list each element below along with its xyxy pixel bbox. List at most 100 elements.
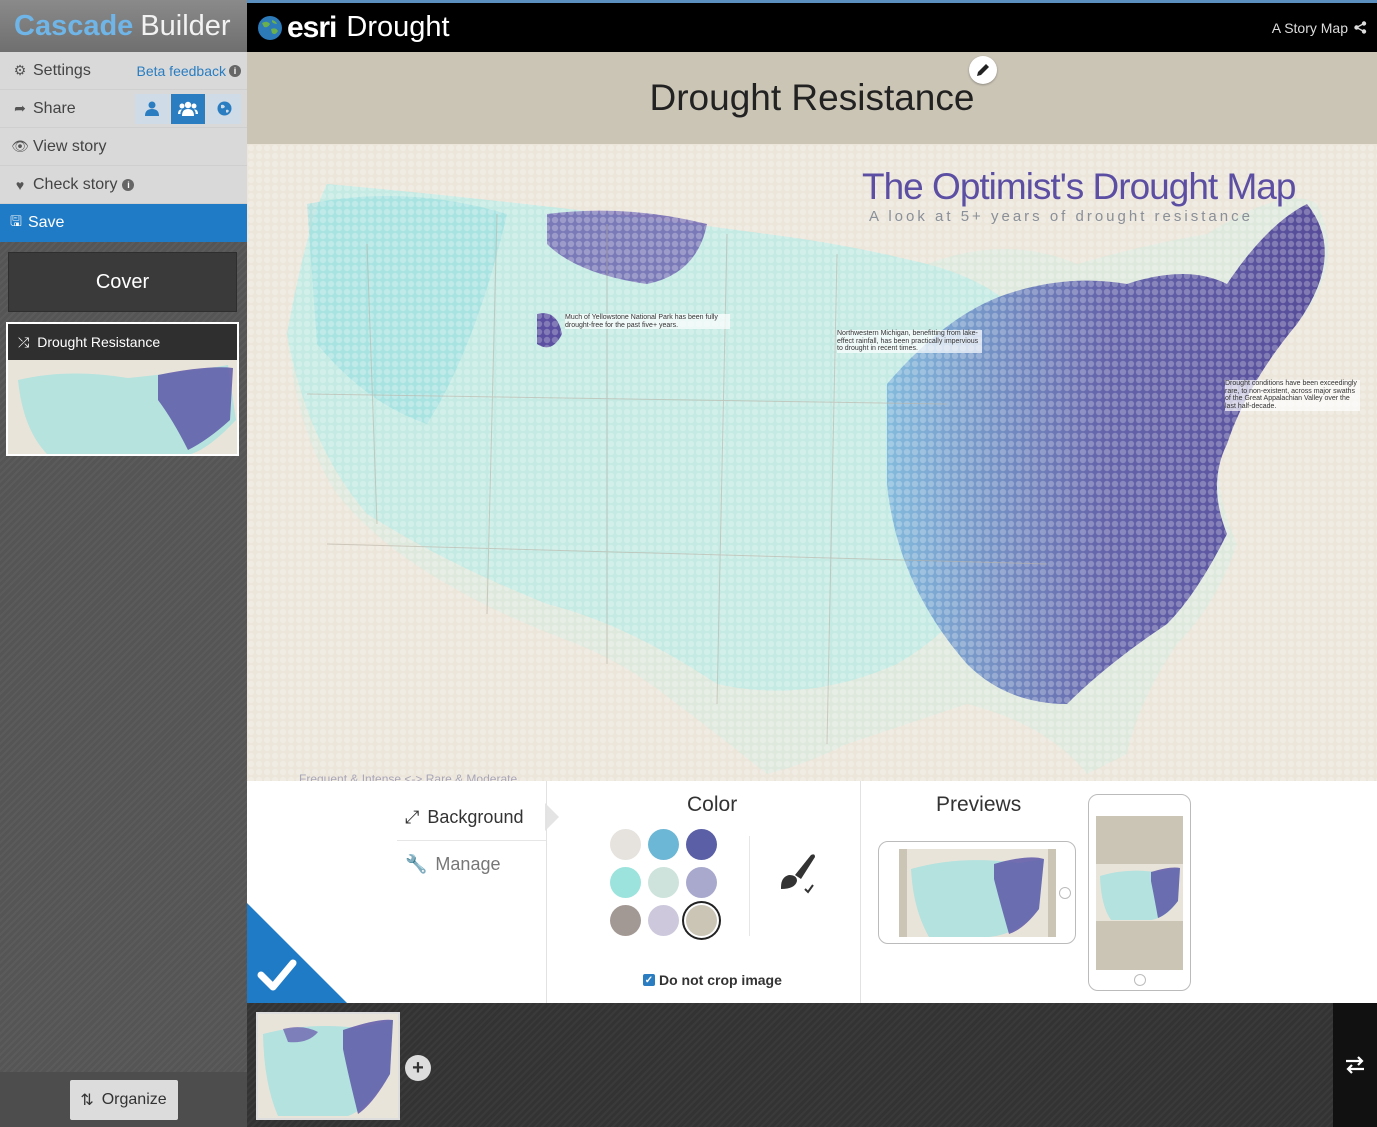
apply-checkmark-button[interactable] bbox=[247, 903, 347, 1003]
save-label: Save bbox=[27, 214, 65, 231]
do-not-crop-label: Do not crop image bbox=[659, 972, 782, 988]
brand-builder: Builder bbox=[140, 9, 231, 42]
do-not-crop-option[interactable]: ✓ Do not crop image bbox=[643, 972, 782, 988]
active-tab-indicator bbox=[545, 803, 559, 831]
phone-preview-map bbox=[1096, 864, 1183, 921]
section-card-title: Drought Resistance bbox=[37, 334, 161, 350]
color-swatch[interactable] bbox=[686, 905, 717, 936]
phone-home-button bbox=[1134, 974, 1146, 986]
organize-bar: ⇅ Organize bbox=[0, 1072, 247, 1127]
color-swatch[interactable] bbox=[610, 867, 641, 898]
media-thumbnail[interactable] bbox=[256, 1012, 400, 1120]
cascade-builder-app: Cascade Builder ⚙ Settings Beta feedback… bbox=[0, 0, 1377, 1127]
share-arrow-icon: ➦ bbox=[14, 100, 26, 116]
toggle-strip-button[interactable] bbox=[1333, 1003, 1377, 1127]
share-organization-button[interactable] bbox=[171, 93, 205, 124]
share-private-button[interactable] bbox=[135, 93, 169, 124]
tablet-preview-screen bbox=[899, 849, 1056, 937]
media-thumbnail-map bbox=[258, 1014, 398, 1118]
builder-sidebar: Cascade Builder ⚙ Settings Beta feedback… bbox=[0, 0, 247, 1127]
tab-background-label: Background bbox=[427, 807, 524, 827]
beta-feedback-link[interactable]: Beta feedback i bbox=[136, 63, 241, 79]
edit-title-button[interactable] bbox=[969, 56, 997, 84]
check-story-menu-item[interactable]: ♥ Check story i bbox=[0, 166, 247, 204]
pencil-icon bbox=[977, 64, 989, 76]
info-icon: i bbox=[229, 64, 241, 77]
panel-divider bbox=[860, 781, 861, 1003]
map-heading: The Optimist's Drought Map bbox=[862, 166, 1296, 207]
color-swatch[interactable] bbox=[648, 905, 679, 936]
esri-globe-logo-icon bbox=[258, 15, 282, 40]
cover-section-button[interactable]: Cover bbox=[8, 252, 237, 312]
share-label: Share bbox=[33, 99, 76, 117]
section-card-header: ⤮ Drought Resistance bbox=[8, 324, 237, 360]
map-annotation-michigan: Northwestern Michigan, benefitting from … bbox=[837, 330, 982, 354]
builder-menu: ⚙ Settings Beta feedback i ➦ Share 👁 Vie… bbox=[0, 52, 247, 242]
color-swatches bbox=[610, 829, 717, 936]
panel-divider bbox=[546, 781, 547, 1003]
background-settings-panel: ⤢ Background 🔧 Manage Color ✓ Do not cro… bbox=[247, 781, 1377, 1003]
group-icon bbox=[178, 101, 198, 116]
share-public-button[interactable] bbox=[207, 93, 241, 124]
swap-arrows-icon bbox=[1346, 1056, 1364, 1074]
tab-manage-label: Manage bbox=[435, 853, 501, 874]
beta-feedback-label: Beta feedback bbox=[136, 62, 226, 79]
shuffle-icon: ⤮ bbox=[18, 333, 30, 350]
view-story-label: View story bbox=[33, 137, 107, 155]
color-swatch[interactable] bbox=[686, 867, 717, 898]
color-swatch[interactable] bbox=[648, 867, 679, 898]
check-story-label: Check story bbox=[33, 175, 118, 193]
sort-arrows-icon: ⇅ bbox=[80, 1091, 94, 1109]
settings-label: Settings bbox=[33, 61, 91, 79]
gears-icon: ⚙ bbox=[13, 62, 27, 78]
tab-manage[interactable]: 🔧 Manage bbox=[397, 841, 547, 887]
share-menu-item: ➦ Share bbox=[0, 90, 247, 128]
color-swatch[interactable] bbox=[610, 905, 641, 936]
settings-menu-item[interactable]: ⚙ Settings Beta feedback i bbox=[0, 52, 247, 90]
color-swatch[interactable] bbox=[648, 829, 679, 860]
map-annotation-yellowstone: Much of Yellowstone National Park has be… bbox=[565, 314, 730, 330]
a-story-map-link[interactable]: A Story Map bbox=[1272, 20, 1367, 36]
organize-button[interactable]: ⇅ Organize bbox=[69, 1079, 178, 1120]
share-icon bbox=[1354, 21, 1367, 34]
color-swatch[interactable] bbox=[686, 829, 717, 860]
phone-preview[interactable] bbox=[1088, 794, 1191, 991]
tablet-preview[interactable] bbox=[878, 841, 1076, 944]
color-section-title: Color bbox=[687, 793, 738, 816]
story-title: Drought bbox=[346, 11, 450, 43]
story-map-label: A Story Map bbox=[1271, 19, 1348, 36]
paintbrush-icon bbox=[781, 854, 815, 894]
share-options bbox=[135, 93, 241, 124]
esri-logo: esri bbox=[287, 10, 337, 44]
heartbeat-icon: ♥ bbox=[15, 176, 25, 193]
map-annotation-appalachian: Drought conditions have been exceedingly… bbox=[1225, 380, 1360, 411]
add-media-button[interactable]: + bbox=[405, 1055, 431, 1081]
builder-brand: Cascade Builder bbox=[0, 0, 247, 52]
checkbox-checked-icon: ✓ bbox=[643, 974, 655, 986]
section-card-drought-resistance[interactable]: ⤮ Drought Resistance bbox=[6, 322, 239, 456]
expand-arrows-icon: ⤢ bbox=[405, 807, 420, 827]
custom-color-button[interactable] bbox=[775, 851, 819, 900]
brand-cascade: Cascade bbox=[14, 9, 134, 42]
organize-label: Organize bbox=[101, 1090, 167, 1108]
plus-icon: + bbox=[412, 1056, 424, 1079]
save-button[interactable]: 🖫 Save bbox=[0, 204, 247, 242]
section-title: Drought Resistance bbox=[649, 77, 975, 118]
map-subheading: A look at 5+ years of drought resistance bbox=[869, 208, 1253, 225]
globe-icon bbox=[217, 101, 231, 116]
story-header-bar: esri Drought A Story Map bbox=[247, 0, 1377, 52]
section-media-strip: + bbox=[247, 1003, 1377, 1127]
wrench-icon: 🔧 bbox=[405, 853, 428, 874]
person-icon bbox=[145, 101, 159, 116]
previews-section-title: Previews bbox=[936, 793, 1022, 816]
info-icon: i bbox=[122, 178, 135, 191]
color-divider bbox=[749, 836, 750, 936]
tab-background[interactable]: ⤢ Background bbox=[397, 795, 547, 841]
phone-preview-screen bbox=[1096, 816, 1183, 970]
tablet-home-button bbox=[1059, 887, 1071, 899]
map-legend: Frequent & Intense <-> Rare & Moderate bbox=[299, 772, 518, 781]
color-swatch[interactable] bbox=[610, 829, 641, 860]
section-title-band: Drought Resistance bbox=[247, 52, 1377, 144]
panel-tabs: ⤢ Background 🔧 Manage bbox=[397, 795, 547, 887]
view-story-menu-item[interactable]: 👁 View story bbox=[0, 128, 247, 166]
